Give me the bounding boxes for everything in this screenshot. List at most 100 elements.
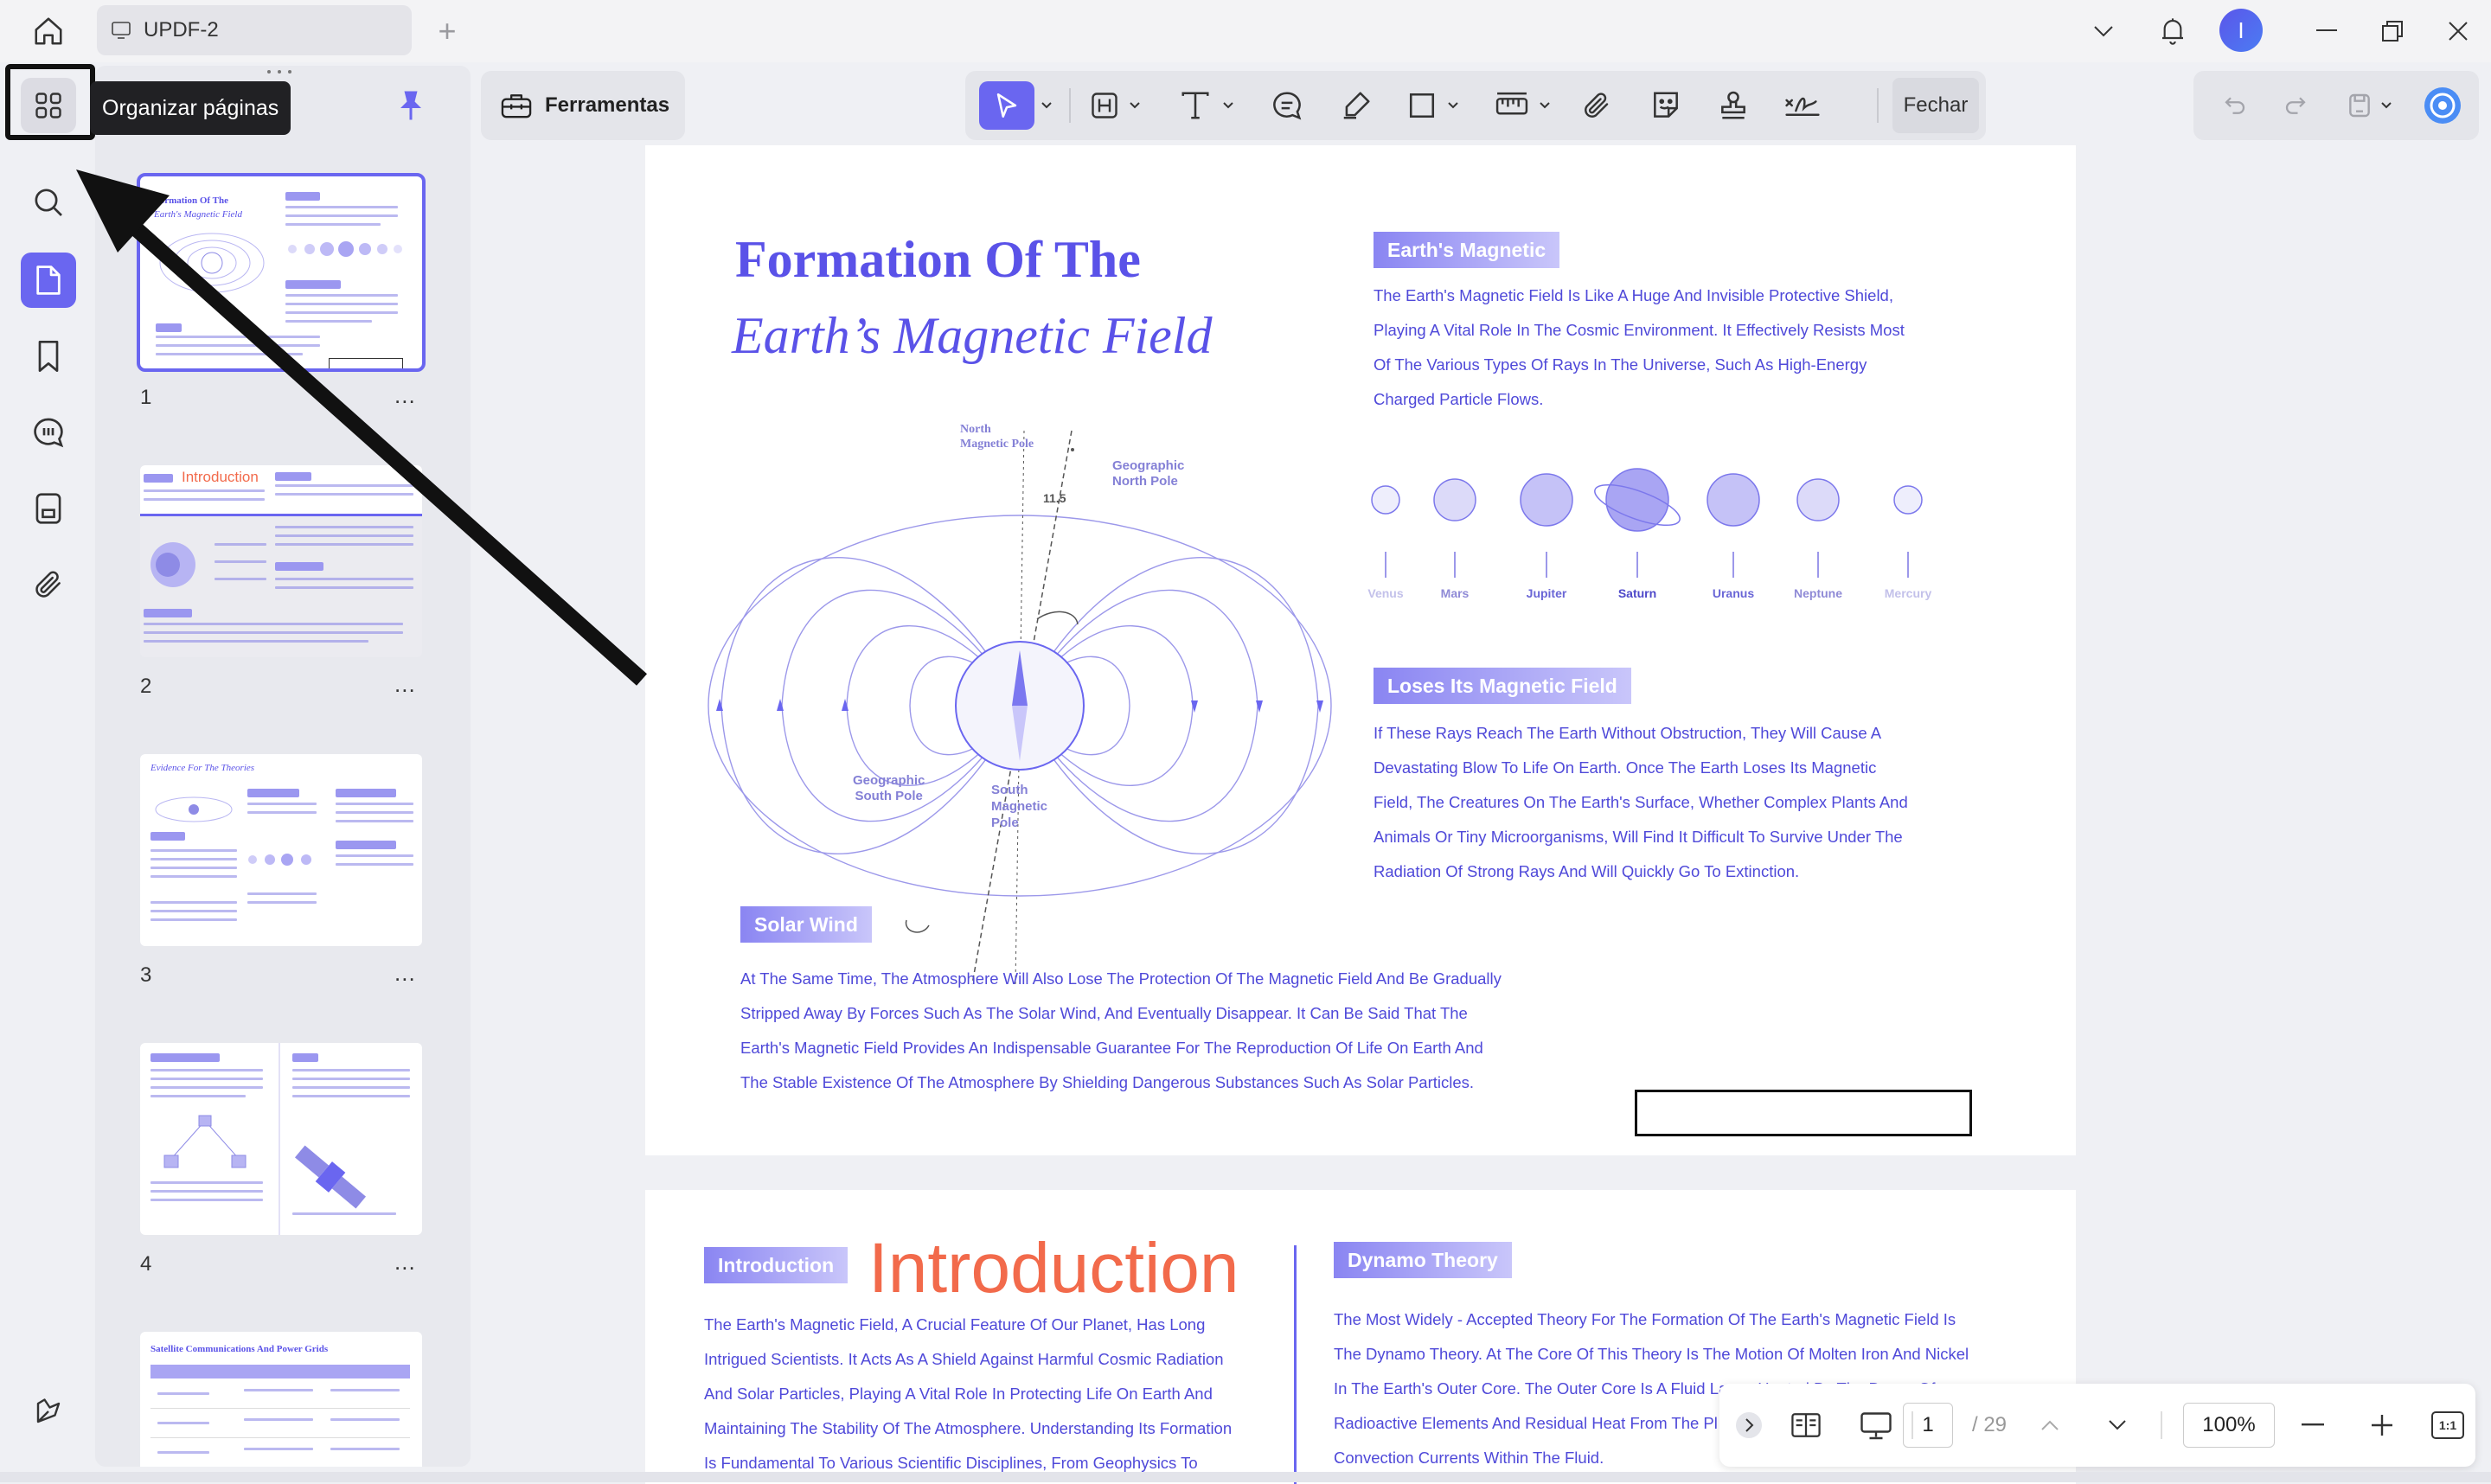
dynamo-theory-heading: Dynamo Theory bbox=[1334, 1242, 1512, 1278]
page-thumbnail-3[interactable]: Evidence For The Theories bbox=[140, 754, 422, 946]
chevron-down-icon bbox=[1448, 102, 1458, 109]
page-subtitle: Earth’s Magnetic Field bbox=[732, 307, 1213, 364]
highlighter-tool[interactable] bbox=[1332, 81, 1380, 130]
page-thumbnail-2[interactable]: Introduction bbox=[140, 465, 422, 657]
chevron-down-icon bbox=[2094, 26, 2113, 37]
document-tab[interactable]: UPDF-2 bbox=[97, 5, 412, 55]
attachments-button[interactable] bbox=[21, 557, 76, 612]
select-tool[interactable] bbox=[979, 81, 1034, 130]
page-thumbnail-1[interactable]: Formation Of The Earth's Magnetic Field bbox=[137, 173, 426, 372]
comments-button[interactable] bbox=[21, 405, 76, 460]
undo-icon bbox=[2225, 97, 2245, 114]
measure-tool[interactable] bbox=[1488, 81, 1536, 130]
signature-tool[interactable] bbox=[1777, 81, 1828, 130]
comment-tool[interactable] bbox=[1263, 81, 1311, 130]
bookmark-icon bbox=[38, 341, 59, 372]
page-number-input[interactable]: 1 bbox=[1903, 1403, 1953, 1448]
restore-icon bbox=[2382, 21, 2403, 42]
geographic-north-pole-label: Geographic North Pole bbox=[1112, 458, 1185, 489]
thumb-subtitle: Earth's Magnetic Field bbox=[154, 209, 242, 220]
thumb-more-button[interactable]: ... bbox=[394, 382, 416, 409]
signature-icon bbox=[1785, 97, 1820, 116]
highlight-frame bbox=[5, 64, 95, 140]
select-tool-dropdown[interactable] bbox=[1038, 81, 1055, 130]
thumb-more-button[interactable]: ... bbox=[394, 1249, 416, 1276]
reading-mode-button[interactable] bbox=[1785, 1404, 1827, 1446]
measure-tool-dropdown[interactable] bbox=[1536, 81, 1553, 130]
user-avatar[interactable]: I bbox=[2219, 9, 2263, 52]
panel-drag-handle[interactable] bbox=[265, 69, 294, 74]
planet-label: Saturn bbox=[1617, 586, 1657, 600]
home-button[interactable] bbox=[26, 12, 71, 50]
monitor-icon bbox=[112, 22, 131, 39]
save-button[interactable] bbox=[2341, 81, 2379, 130]
stack-icon bbox=[35, 493, 61, 524]
actual-size-button[interactable]: 1:1 bbox=[2430, 1404, 2465, 1446]
restore-button[interactable] bbox=[2368, 9, 2417, 54]
ai-assistant-button[interactable] bbox=[2420, 81, 2465, 130]
page-thumbnail-5[interactable]: Satellite Communications And Power Grids bbox=[140, 1332, 422, 1467]
thumb-title: Introduction bbox=[182, 469, 259, 485]
thumb-title: Formation Of The bbox=[154, 195, 228, 206]
planet-label: Venus bbox=[1367, 586, 1404, 600]
pin-panel-button[interactable] bbox=[398, 88, 424, 123]
heading-tool[interactable] bbox=[1083, 81, 1126, 130]
sticker-tool[interactable] bbox=[1642, 81, 1690, 130]
tabs-dropdown-button[interactable] bbox=[2079, 9, 2128, 54]
stamp-icon bbox=[1721, 91, 1745, 119]
redo-button[interactable] bbox=[2276, 81, 2315, 130]
pin-icon bbox=[400, 91, 421, 120]
feather-icon bbox=[36, 1398, 61, 1423]
shape-tool-dropdown[interactable] bbox=[1444, 81, 1462, 130]
north-magnetic-pole-label: North Magnetic Pole bbox=[960, 423, 1034, 451]
earths-magnetic-text: The Earth's Magnetic Field Is Like A Hug… bbox=[1374, 286, 1905, 408]
thumb-page-number: 2 bbox=[140, 675, 152, 698]
close-window-button[interactable] bbox=[2434, 9, 2482, 54]
zoom-in-button[interactable] bbox=[2365, 1404, 2399, 1446]
page-title: Formation Of The bbox=[735, 231, 1141, 288]
thumb-more-button[interactable]: ... bbox=[394, 960, 416, 987]
empty-text-box[interactable] bbox=[1635, 1090, 1972, 1136]
pages-button[interactable] bbox=[21, 253, 76, 308]
solar-wind-heading: Solar Wind bbox=[740, 906, 872, 943]
close-tool-button[interactable]: Fechar bbox=[1892, 78, 1979, 133]
shape-tool[interactable] bbox=[1399, 81, 1444, 130]
text-tool-dropdown[interactable] bbox=[1220, 81, 1237, 130]
heading-icon bbox=[1092, 93, 1117, 118]
page-thumbnail-4[interactable] bbox=[140, 1043, 422, 1235]
save-dropdown[interactable] bbox=[2377, 81, 2396, 130]
tools-label: Ferramentas bbox=[545, 93, 670, 117]
stamp-tool[interactable] bbox=[1709, 81, 1758, 130]
heading-tool-dropdown[interactable] bbox=[1126, 81, 1143, 130]
presentation-icon bbox=[1860, 1412, 1892, 1440]
search-button[interactable] bbox=[21, 175, 76, 230]
attach-tool[interactable] bbox=[1572, 81, 1621, 130]
earths-magnetic-heading: Earth's Magnetic bbox=[1374, 232, 1560, 268]
previous-page-button[interactable] bbox=[2033, 1404, 2067, 1446]
notifications-button[interactable] bbox=[2148, 9, 2197, 54]
bookmarks-button[interactable] bbox=[21, 329, 76, 384]
chevron-down-icon bbox=[1540, 102, 1550, 109]
introduction-title: Introduction bbox=[868, 1229, 1239, 1308]
minimize-button[interactable] bbox=[2302, 9, 2351, 54]
undo-button[interactable] bbox=[2216, 81, 2254, 130]
text-tool[interactable] bbox=[1171, 81, 1220, 130]
zoom-level[interactable]: 100% bbox=[2183, 1403, 2275, 1448]
form-panel-button[interactable] bbox=[21, 481, 76, 536]
tools-button[interactable]: Ferramentas bbox=[481, 71, 685, 140]
collapse-nav-button[interactable] bbox=[1732, 1404, 1766, 1446]
cursor-icon bbox=[996, 93, 1017, 118]
next-page-button[interactable] bbox=[2100, 1404, 2135, 1446]
thumb-more-button[interactable]: ... bbox=[394, 671, 416, 698]
search-icon bbox=[35, 189, 62, 216]
minimize-icon bbox=[2316, 29, 2337, 31]
toolbox-icon bbox=[501, 94, 532, 118]
zoom-out-button[interactable] bbox=[2296, 1404, 2330, 1446]
thumb-page-number: 4 bbox=[140, 1252, 152, 1276]
thumb-title: Satellite Communications And Power Grids bbox=[150, 1344, 329, 1354]
presentation-button[interactable] bbox=[1854, 1404, 1898, 1446]
new-tab-button[interactable]: + bbox=[427, 12, 467, 50]
loses-field-heading: Loses Its Magnetic Field bbox=[1374, 668, 1631, 704]
planet-label: Mercury bbox=[1884, 586, 1932, 600]
feather-button[interactable] bbox=[21, 1384, 76, 1439]
